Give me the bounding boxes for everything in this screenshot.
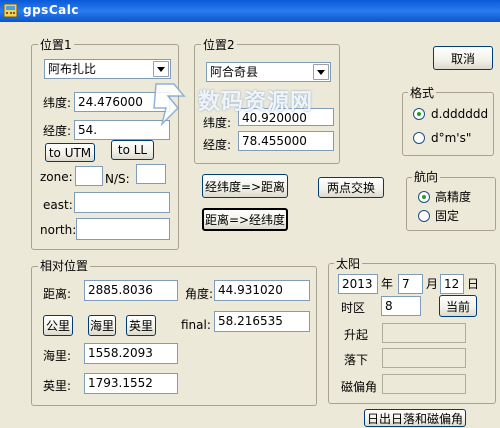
window-title: gpsCalc (23, 3, 79, 17)
format-decimal-radio[interactable] (413, 108, 425, 120)
unit-km-button[interactable]: 公里 (43, 315, 73, 336)
position1-lat-label: 纬度: (43, 96, 72, 110)
to-utm-button[interactable]: to UTM (45, 143, 95, 162)
east-label: east: (43, 198, 73, 212)
day-label: 日 (467, 277, 480, 291)
timezone-input[interactable]: 8 (381, 296, 421, 316)
distance-input[interactable]: 2885.8036 (84, 280, 178, 301)
latlon-to-distance-button[interactable]: 经纬度=>距离 (202, 174, 288, 198)
sunrise-label: 升起 (344, 328, 369, 342)
unit-nm-button[interactable]: 海里 (88, 315, 116, 336)
to-ll-button[interactable]: to LL (111, 140, 154, 160)
distance-to-latlon-button[interactable]: 距离=>经纬度 (202, 208, 288, 231)
angle-label: 角度: (185, 287, 214, 301)
final-label: final: (181, 318, 211, 332)
angle-input[interactable]: 44.931020 (214, 280, 310, 301)
north-label: north: (40, 223, 77, 237)
sunrise-input (382, 323, 466, 343)
sunrise-sunset-button[interactable]: 日出日落和磁偏角 (364, 409, 466, 427)
position1-lat-input[interactable]: 24.476000 (74, 92, 170, 112)
magnetic-declination-input (382, 374, 466, 394)
year-label: 年 (381, 277, 394, 291)
position1-location-value: 阿布扎比 (48, 62, 97, 76)
distance-label: 距离: (43, 287, 72, 301)
app-icon (3, 3, 18, 18)
month-label: 月 (426, 277, 439, 291)
position2-group-label: 位置2 (201, 38, 237, 52)
relative-position-group-label: 相对位置 (38, 259, 91, 273)
zone-label: zone: (40, 170, 73, 184)
chevron-down-icon[interactable] (153, 61, 169, 77)
zone-input[interactable] (75, 166, 103, 186)
cancel-button[interactable]: 取消 (433, 46, 493, 70)
format-group-label: 格式 (408, 86, 437, 100)
nautical-miles-label: 海里: (43, 349, 72, 363)
heading-group-label: 航向 (412, 170, 441, 184)
position2-location-select[interactable]: 阿合奇县 (206, 62, 331, 82)
sun-group-label: 太阳 (334, 257, 363, 271)
magnetic-declination-label: 磁偏角 (341, 380, 378, 394)
year-input[interactable]: 2013 (338, 274, 378, 294)
unit-mi-button[interactable]: 英里 (126, 315, 156, 336)
heading-fixed-radio[interactable] (418, 210, 430, 222)
sunset-label: 落下 (344, 353, 369, 367)
position2-location-value: 阿合奇县 (210, 65, 259, 79)
position1-location-select[interactable]: 阿布扎比 (44, 59, 171, 79)
heading-fixed-label: 固定 (435, 209, 460, 223)
timezone-label: 时区 (341, 301, 366, 315)
title-bar[interactable]: gpsCalc (0, 0, 500, 22)
north-input[interactable] (76, 218, 170, 240)
east-input[interactable] (74, 192, 170, 213)
position2-lon-label: 经度: (203, 138, 232, 152)
miles-input[interactable]: 1793.1552 (84, 373, 178, 394)
sunset-input (382, 348, 466, 368)
final-input[interactable]: 58.216535 (214, 311, 310, 332)
format-dms-radio[interactable] (413, 132, 425, 144)
position1-lon-input[interactable]: 54. (74, 120, 170, 140)
format-dms-label: d°m's" (431, 131, 472, 145)
miles-label: 英里: (43, 379, 72, 393)
position2-lon-input[interactable]: 78.455000 (238, 131, 334, 151)
heading-precise-label: 高精度 (435, 190, 472, 204)
format-group (402, 92, 494, 156)
position1-group-label: 位置1 (38, 38, 74, 52)
nautical-miles-input[interactable]: 1558.2093 (84, 343, 178, 364)
swap-points-button[interactable]: 两点交换 (318, 177, 384, 198)
position1-lon-label: 经度: (43, 124, 72, 138)
ns-label: N/S: (105, 172, 130, 186)
month-input[interactable]: 7 (398, 274, 423, 294)
chevron-down-icon[interactable] (313, 64, 329, 80)
ns-input[interactable] (136, 164, 166, 184)
position2-lat-label: 纬度: (203, 116, 232, 130)
heading-precise-radio[interactable] (418, 191, 430, 203)
day-input[interactable]: 12 (440, 274, 464, 294)
position2-lat-input[interactable]: 40.920000 (238, 108, 334, 126)
now-button[interactable]: 当前 (439, 295, 477, 317)
format-decimal-label: d.dddddd (431, 107, 489, 121)
